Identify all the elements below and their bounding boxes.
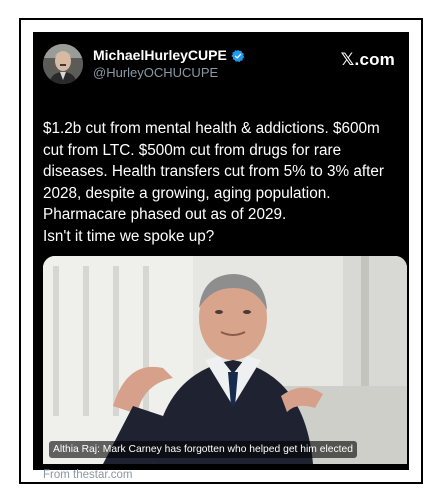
news-photo	[43, 256, 407, 464]
link-source[interactable]: From thestar.com	[43, 469, 132, 481]
x-logo-link[interactable]: 𝕏.com	[341, 50, 395, 70]
media-caption: Althia Raj: Mark Carney has forgotten wh…	[49, 441, 357, 458]
post-header: MichaelHurleyCUPE @HurleyOCHUCUPE 𝕏.com	[43, 42, 399, 92]
author-handle[interactable]: @HurleyOCHUCUPE	[93, 64, 245, 81]
post-text-line: $1.2b cut from mental health & addiction…	[43, 120, 384, 223]
display-name-text: MichaelHurleyCUPE	[93, 47, 227, 63]
author-display-name[interactable]: MichaelHurleyCUPE	[93, 47, 245, 64]
post-text-line: Isn't it time we spoke up?	[43, 227, 215, 245]
screenshot-frame: MichaelHurleyCUPE @HurleyOCHUCUPE 𝕏.com …	[19, 18, 423, 484]
verified-badge-icon	[231, 49, 245, 63]
post-card: MichaelHurleyCUPE @HurleyOCHUCUPE 𝕏.com …	[33, 32, 409, 470]
author-info: MichaelHurleyCUPE @HurleyOCHUCUPE	[93, 47, 245, 81]
post-text: $1.2b cut from mental health & addiction…	[43, 118, 403, 247]
post-media-image[interactable]: Althia Raj: Mark Carney has forgotten wh…	[43, 256, 407, 464]
avatar[interactable]	[43, 44, 83, 84]
